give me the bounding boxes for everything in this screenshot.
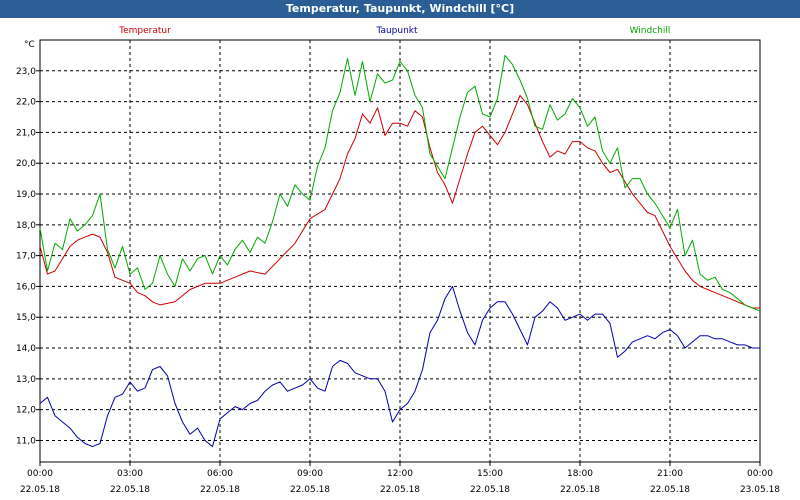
- x-tick-time-label: 00:00: [747, 469, 773, 479]
- x-tick-date-label: 22.05.18: [110, 485, 150, 495]
- grid-lines: [40, 40, 760, 462]
- x-tick-time-label: 18:00: [567, 469, 593, 479]
- x-tick-time-label: 21:00: [657, 469, 683, 479]
- y-tick-label: 15,0: [16, 313, 36, 323]
- x-tick-time-label: 09:00: [297, 469, 323, 479]
- y-tick-label: 21,0: [16, 128, 36, 138]
- x-tick-date-label: 22.05.18: [650, 485, 690, 495]
- x-tick-time-label: 00:00: [27, 469, 53, 479]
- y-tick-label: 19,0: [16, 190, 36, 200]
- x-tick-date-label: 22.05.18: [380, 485, 420, 495]
- x-tick-date-label: 23.05.18: [740, 485, 780, 495]
- y-tick-label: 22,0: [16, 98, 36, 108]
- y-axis-ticks: 11,0 12,0 13,0 14,0 15,0 16,0 17,0 18,0 19,0 20,0…: [16, 67, 40, 446]
- x-tick-date-label: 22.05.18: [290, 485, 330, 495]
- x-tick-date-label: 22.05.18: [20, 485, 60, 495]
- y-tick-label: 12,0: [16, 406, 36, 416]
- y-tick-label: 14,0: [16, 344, 36, 354]
- y-tick-label: 20,0: [16, 159, 36, 169]
- y-tick-label: 16,0: [16, 282, 36, 292]
- series-line-windchill: [39, 54, 761, 312]
- y-tick-label: 17,0: [16, 252, 36, 262]
- x-tick-date-label: 22.05.18: [470, 485, 510, 495]
- y-tick-label: 11,0: [16, 436, 36, 446]
- x-tick-time-label: 12:00: [387, 469, 413, 479]
- y-tick-label: 18,0: [16, 221, 36, 231]
- legend-item-taupunkt: Taupunkt: [375, 26, 418, 36]
- legend-item-temperatur: Temperatur: [118, 26, 171, 36]
- x-tick-time-label: 06:00: [207, 469, 233, 479]
- x-tick-time-label: 03:00: [117, 469, 143, 479]
- y-axis-unit: °C: [24, 40, 35, 50]
- y-tick-label: 13,0: [16, 375, 36, 385]
- x-tick-date-label: 22.05.18: [560, 485, 600, 495]
- x-axis-ticks: 00:00 22.05.18 03:00 22.05.18 06:00 22.05.18 0…: [20, 462, 780, 495]
- x-tick-date-label: 22.05.18: [200, 485, 240, 495]
- line-chart: 11,0 12,0 13,0 14,0 15,0 16,0 17,0 18,0 19,0 20,0…: [16, 26, 780, 495]
- y-tick-label: 23,0: [16, 67, 36, 77]
- legend: Temperatur Taupunkt Windchill: [118, 26, 670, 36]
- x-tick-time-label: 15:00: [477, 469, 503, 479]
- legend-item-windchill: Windchill: [630, 26, 671, 36]
